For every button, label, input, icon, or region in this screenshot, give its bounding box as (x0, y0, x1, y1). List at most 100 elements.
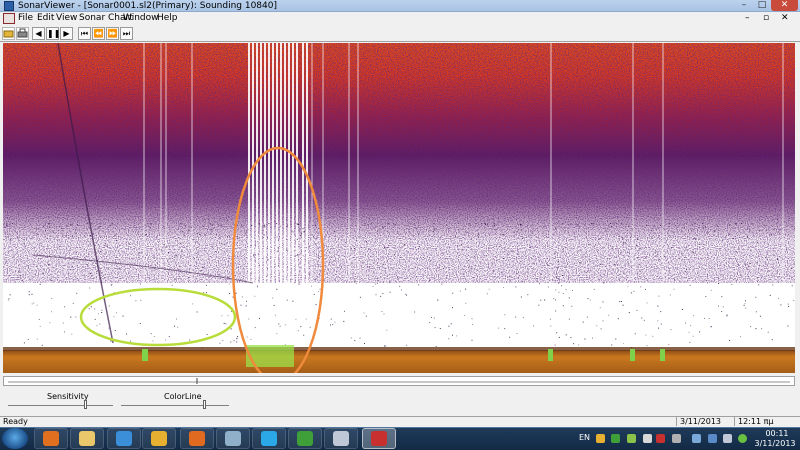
taskbar-weather-app-button[interactable] (216, 428, 250, 449)
tray-network-icon[interactable] (708, 434, 717, 443)
sonar-return (211, 227, 213, 229)
rewind-button[interactable]: ⏪ (92, 27, 105, 40)
sonar-return (550, 325, 552, 327)
sonar-return (12, 223, 13, 224)
sonar-return (504, 328, 506, 330)
menu-file[interactable]: File (18, 12, 33, 25)
sonar-return (292, 278, 294, 280)
taskbar-internet-explorer-button[interactable] (107, 428, 141, 449)
sensitivity-slider[interactable] (83, 400, 87, 409)
sonar-return (692, 238, 694, 240)
menu-help[interactable]: Help (157, 12, 178, 25)
last-button[interactable]: ⏭ (120, 27, 133, 40)
sonar-return (443, 268, 445, 270)
sonar-chart[interactable] (3, 43, 795, 373)
maximize-button[interactable]: □ (753, 0, 771, 11)
sonar-return (555, 299, 557, 301)
sensitivity-label: Sensitivity (47, 392, 89, 401)
print-icon[interactable] (16, 27, 29, 40)
sonar-return (643, 319, 645, 321)
sonar-return (357, 276, 358, 278)
sonar-return (23, 342, 25, 344)
mdi-restore-button[interactable]: ▫ (763, 13, 769, 23)
taskbar-firefox-button[interactable] (180, 428, 214, 449)
taskbar-network-app-button[interactable] (142, 428, 176, 449)
taskbar-sonarviewer-button[interactable] (362, 428, 396, 449)
sonar-return (668, 223, 670, 225)
tray-update-icon[interactable] (738, 434, 747, 443)
close-button[interactable]: ✕ (771, 0, 798, 11)
sonar-return (558, 282, 560, 284)
first-button[interactable]: ⏮ (78, 27, 91, 40)
pause-button[interactable]: ❚❚ (46, 27, 60, 40)
document-icon[interactable] (3, 13, 15, 24)
sonar-return (329, 251, 331, 253)
taskbar-file-explorer-button[interactable] (70, 428, 104, 449)
sonar-return (726, 315, 728, 317)
mdi-minimize-button[interactable]: – (745, 13, 750, 23)
sonar-return (610, 223, 612, 224)
tray-utorrent-icon[interactable] (611, 434, 620, 443)
sonar-return (572, 290, 573, 291)
menu-edit[interactable]: Edit (37, 12, 54, 25)
fast-forward-button[interactable]: ⏩ (106, 27, 119, 40)
sonar-return (72, 223, 73, 225)
sonar-scrollbar[interactable] (3, 376, 795, 386)
sonar-return (367, 224, 369, 225)
sonar-return (628, 263, 630, 265)
sonar-return (202, 226, 204, 228)
taskbar-media-player-button[interactable] (34, 428, 68, 449)
sonar-return (621, 301, 622, 302)
language-indicator[interactable]: EN (579, 433, 590, 442)
clock-time[interactable]: 00:11 (757, 429, 797, 438)
tray-arrow-icon[interactable] (672, 434, 681, 443)
tray-security-icon[interactable] (627, 434, 636, 443)
colorline-slider[interactable] (203, 400, 207, 409)
mdi-close-button[interactable]: ✕ (781, 13, 789, 23)
sonar-return (394, 245, 396, 247)
tray-app-icon[interactable] (596, 434, 605, 443)
sonar-return (140, 299, 142, 301)
sonar-return (689, 341, 691, 343)
minimize-button[interactable]: – (735, 0, 753, 11)
sonar-return (439, 328, 441, 329)
taskbar-skype-button[interactable] (252, 428, 286, 449)
sonar-return (785, 225, 787, 227)
menu-view[interactable]: View (56, 12, 77, 25)
sonar-return (106, 245, 108, 247)
sonar-return (97, 227, 99, 229)
sonar-return (612, 223, 614, 225)
sonar-return (714, 230, 716, 232)
sonar-return (196, 311, 198, 313)
sensitivity-track[interactable] (8, 405, 113, 406)
sonar-return (562, 293, 564, 294)
sonar-return (219, 342, 221, 344)
sonar-return (343, 320, 345, 322)
sonar-return (62, 322, 64, 324)
sonar-return (40, 242, 42, 244)
colorline-track[interactable] (121, 405, 229, 406)
step-back-button[interactable]: ◀ (32, 27, 45, 40)
sonar-return (600, 263, 602, 265)
sonar-return (663, 256, 665, 257)
open-file-icon[interactable] (2, 27, 15, 40)
sonar-return (276, 288, 278, 290)
sonar-return (498, 327, 500, 329)
sonar-return (168, 252, 170, 253)
clock-date[interactable]: 3/11/2013 (752, 439, 798, 448)
start-button[interactable] (2, 428, 28, 449)
sonar-return (464, 315, 466, 316)
taskbar-paint-button[interactable] (324, 428, 358, 449)
menu-window[interactable]: Window (123, 12, 159, 25)
tray-flag-icon[interactable] (643, 434, 652, 443)
play-button[interactable]: ▶ (60, 27, 73, 40)
sonar-return (220, 225, 222, 227)
tray-monitor-icon[interactable] (692, 434, 701, 443)
tray-b-icon[interactable] (656, 434, 665, 443)
tray-volume-icon[interactable] (723, 434, 732, 443)
sonar-return (315, 278, 316, 280)
taskbar-utorrent-button[interactable] (288, 428, 322, 449)
sonar-return (640, 248, 642, 249)
sonar-return (623, 343, 625, 345)
sonar-return (98, 313, 100, 315)
